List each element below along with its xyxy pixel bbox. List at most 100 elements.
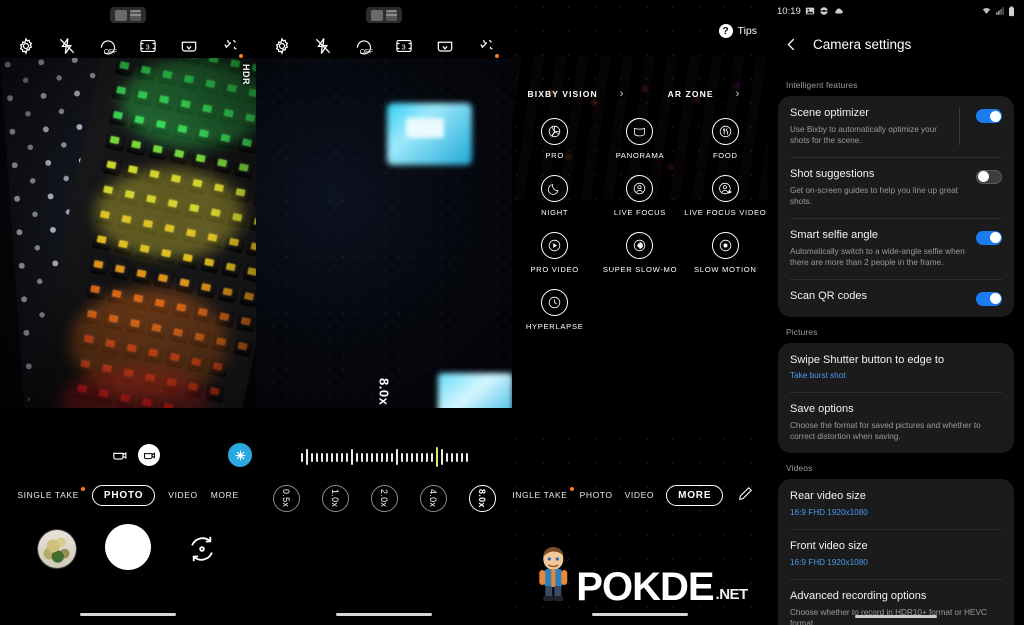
more-mode-label: SUPER SLOW-MO — [602, 265, 678, 274]
zoom-ruler-tick — [305, 449, 308, 465]
settings-row-rear-video-size[interactable]: Rear video size 16:9 FHD 1920x1080 — [778, 479, 1014, 529]
slowmo-icon — [711, 232, 739, 259]
zoom-ruler-tick — [410, 452, 413, 462]
timer-off-icon[interactable]: OFF — [97, 35, 119, 57]
viewfinder-preview[interactable]: HDR — [0, 58, 256, 408]
settings-gear-icon[interactable] — [15, 35, 37, 57]
timer-off-icon[interactable]: OFF — [353, 35, 375, 57]
zoom-chip-0-5x[interactable]: 0.5x — [272, 485, 300, 512]
tips-button[interactable]: ? Tips — [718, 24, 757, 38]
flash-off-icon[interactable] — [312, 35, 334, 57]
zoom-ruler-tick — [330, 452, 333, 462]
settings-list[interactable]: Intelligent features Scene optimizer Use B… — [768, 70, 1024, 625]
camera-mode-video[interactable]: VIDEO — [168, 490, 197, 500]
wifi-icon — [982, 7, 991, 14]
settings-row-subtitle: 16:9 FHD 1920x1080 — [790, 557, 868, 567]
zoom-ruler-current-tick — [435, 447, 438, 467]
settings-row-title: Advanced recording options — [790, 589, 927, 602]
battery-icon — [1008, 5, 1015, 16]
toggle-switch[interactable] — [976, 169, 1002, 184]
status-notch — [366, 7, 402, 23]
last-photo-thumbnail[interactable] — [38, 530, 76, 568]
camera-mode-single-take[interactable]: SINGLE TAKE — [17, 487, 85, 500]
thumbnail-image — [38, 530, 76, 568]
more-mode-pro-video[interactable]: PRO VIDEO — [512, 232, 597, 274]
toggle-switch[interactable] — [976, 109, 1002, 123]
motion-photo-on-button[interactable] — [138, 444, 160, 466]
more-mode-night[interactable]: NIGHT — [512, 175, 597, 217]
filters-button[interactable] — [228, 443, 252, 467]
camera-mode-label: VIDEO — [624, 490, 655, 500]
motion-photo-icon[interactable] — [178, 35, 200, 57]
settings-row-scene-optimizer[interactable]: Scene optimizer Use Bixby to automaticall… — [778, 96, 1014, 157]
settings-row-scan-qr-codes[interactable]: Scan QR codes — [778, 278, 1014, 317]
zoom-chip-label: 2.0x — [379, 489, 389, 508]
pokeball-icon — [820, 7, 828, 15]
settings-row-shot-suggestions[interactable]: Shot suggestions Get on-screen guides to … — [778, 156, 1014, 218]
camera-mode-more[interactable]: MORE — [211, 490, 239, 500]
svg-text:3: 3 — [146, 42, 150, 51]
settings-row-title: Scan QR codes — [790, 289, 868, 302]
more-mode-hyperlapse[interactable]: HYPERLAPSE — [512, 289, 597, 331]
zoom-chip-1-0x[interactable]: 1.0x — [321, 485, 349, 512]
settings-row-title: Rear video size — [790, 490, 866, 503]
effects-icon[interactable] — [475, 35, 499, 58]
back-button[interactable] — [784, 37, 799, 52]
camera-mode-more[interactable]: MORE — [666, 484, 724, 506]
more-mode-super-slow-mo[interactable]: SUPER SLOW-MO — [597, 232, 682, 274]
shutter-button[interactable] — [105, 524, 151, 570]
zoom-ruler-tick — [345, 452, 348, 462]
zoom-chip-2-0x[interactable]: 2.0x — [370, 485, 398, 512]
zoom-ruler[interactable] — [256, 446, 512, 468]
settings-row-front-video-size[interactable]: Front video size 16:9 FHD 1920x1080 — [778, 529, 1014, 579]
shortcut-ar-zone[interactable]: AR ZONE › — [640, 88, 768, 100]
more-mode-pro[interactable]: PRO — [512, 118, 597, 160]
more-mode-live-focus[interactable]: LIVE FOCUS — [597, 175, 682, 217]
shortcut-bixby-vision[interactable]: BIXBY VISION › — [512, 88, 640, 100]
motion-photo-off-button[interactable] — [108, 444, 130, 466]
more-mode-live-focus-video[interactable]: LIVE FOCUS VIDEO — [683, 175, 768, 217]
zoom-ruler-tick — [365, 452, 368, 462]
viewfinder-preview-zoom[interactable] — [256, 58, 512, 408]
camera-mode-video[interactable]: VIDEO — [625, 490, 654, 500]
panel-camera-settings: 10:19 Camera settings Intelligent featur… — [768, 0, 1024, 625]
zoom-ruler-tick — [325, 452, 328, 462]
toggle-switch[interactable] — [976, 291, 1002, 306]
zoom-chip-label: 4.0x — [428, 489, 438, 508]
dark-night-scene — [256, 58, 512, 408]
camera-mode-photo[interactable]: PHOTO — [91, 484, 156, 506]
motion-photo-icon[interactable] — [434, 35, 456, 57]
zoom-chip-4-0x[interactable]: 4.0x — [419, 485, 447, 512]
more-mode-label: LIVE FOCUS VIDEO — [684, 208, 767, 217]
settings-row-advanced-recording-options[interactable]: Advanced recording options Choose whether… — [778, 578, 1014, 625]
settings-gear-icon[interactable] — [271, 35, 293, 57]
effects-icon[interactable] — [219, 35, 243, 58]
more-mode-panorama[interactable]: PANORAMA — [597, 118, 682, 160]
aspect-ratio-icon[interactable]: 3 — [137, 35, 159, 57]
notch-block-a — [371, 9, 383, 21]
toggle-switch[interactable] — [976, 230, 1002, 245]
more-mode-label: PRO VIDEO — [530, 265, 579, 274]
camera-mode-label: VIDEO — [168, 490, 198, 500]
settings-card: Scene optimizer Use Bixby to automaticall… — [778, 96, 1014, 317]
settings-row-save-options[interactable]: Save options Choose the format for saved … — [778, 392, 1014, 453]
zoom-ruler-tick — [335, 452, 338, 462]
aspect-ratio-icon[interactable]: 3 — [393, 35, 415, 57]
switch-camera-button[interactable] — [185, 532, 219, 566]
zoom-chip-row: 0.5x 1.0x 2.0x 4.0x 8.0x — [256, 485, 512, 512]
settings-row-smart-selfie-angle[interactable]: Smart selfie angle Automatically switch t… — [778, 217, 1014, 279]
more-mode-food[interactable]: FOOD — [683, 118, 768, 160]
panorama-icon — [626, 118, 654, 145]
effects-new-dot — [494, 54, 499, 58]
more-modes-grid: PRO PANORAMA FOOD NIGHT LIVE FOCUS LIVE FOCUS… — [512, 118, 768, 331]
settings-row-swipe-shutter-button-to-edge-to[interactable]: Swipe Shutter button to edge to Take burs… — [778, 343, 1014, 393]
zoom-ruler-tick — [460, 452, 463, 462]
edit-modes-pencil-button[interactable] — [737, 485, 754, 502]
more-mode-slow-motion[interactable]: SLOW MOTION — [683, 232, 768, 274]
zoom-ruler-tick — [415, 452, 418, 462]
camera-mode-single-take[interactable]: SINGLE TAKE — [512, 487, 574, 500]
more-mode-label: FOOD — [712, 151, 738, 160]
camera-mode-photo[interactable]: PHOTO — [580, 490, 613, 500]
zoom-chip-8-0x[interactable]: 8.0x — [468, 485, 496, 512]
flash-off-icon[interactable] — [56, 35, 78, 57]
